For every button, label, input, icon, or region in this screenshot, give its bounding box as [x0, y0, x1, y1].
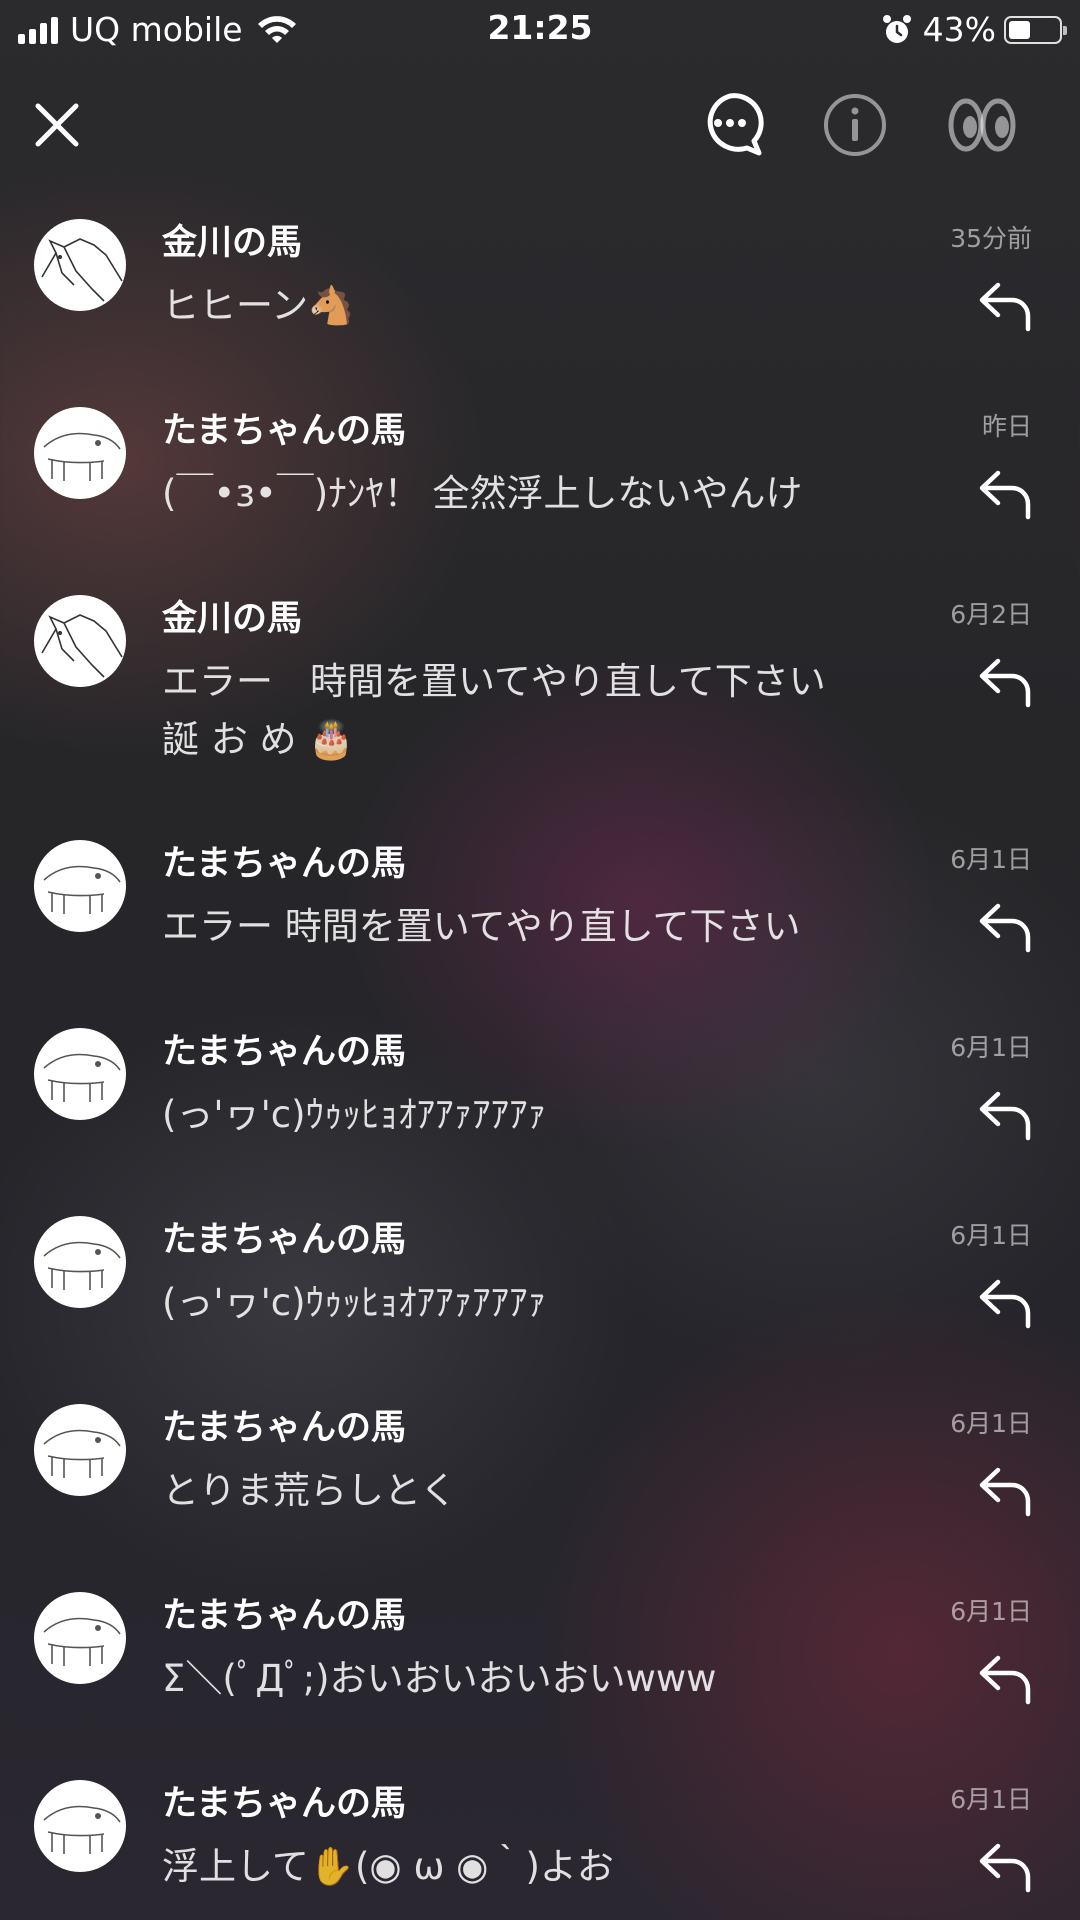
- comment-list: 金川の馬 35分前 ヒヒーン🐴 たまちゃんの馬 昨日 (￣•з•￣)ﾅﾝﾔ！ 全…: [0, 215, 1080, 1920]
- close-button[interactable]: [12, 80, 102, 170]
- comment-item: たまちゃんの馬 6月1日 とりま荒らしとく: [0, 1400, 1080, 1588]
- reply-icon[interactable]: [974, 1460, 1034, 1520]
- comment-text: 浮上して✋(◉ ω ◉｀)よお: [162, 1845, 614, 1888]
- battery-percent: 43%: [922, 10, 996, 49]
- comment-text: (っ'ヮ'c)ｳｩｯﾋｮｵｱｱｧｱｱｱｧ: [162, 1093, 547, 1136]
- comment-item: 金川の馬 35分前 ヒヒーン🐴: [0, 215, 1080, 403]
- horse-head-icon: [41, 614, 123, 678]
- horse-body-icon: [43, 432, 121, 481]
- comment-time: 6月2日: [950, 600, 1032, 629]
- comment-item: 金川の馬 6月2日 エラー 時間を置いてやり直して下さい 誕 お め 🎂: [0, 591, 1080, 836]
- info-icon: [824, 94, 886, 156]
- reply-icon[interactable]: [974, 651, 1034, 711]
- horse-body-icon: [43, 865, 121, 914]
- comment-author[interactable]: 金川の馬: [162, 591, 302, 647]
- alarm-icon: [882, 15, 911, 43]
- reply-icon[interactable]: [974, 1648, 1034, 1708]
- comment-time: 6月1日: [950, 1785, 1032, 1814]
- avatar[interactable]: [34, 595, 126, 687]
- avatar[interactable]: [34, 407, 126, 499]
- avatar[interactable]: [34, 219, 126, 311]
- reply-icon[interactable]: [974, 463, 1034, 523]
- horse-body-icon: [43, 1429, 121, 1478]
- reply-icon[interactable]: [974, 896, 1034, 956]
- comment-author[interactable]: たまちゃんの馬: [162, 1776, 406, 1832]
- horse-body-icon: [43, 1805, 121, 1854]
- top-toolbar: [0, 80, 1080, 170]
- comment-item: たまちゃんの馬 6月1日 (っ'ヮ'c)ｳｩｯﾋｮｵｱｱｧｱｱｱｧ: [0, 1024, 1080, 1212]
- avatar[interactable]: [34, 840, 126, 932]
- avatar[interactable]: [34, 1592, 126, 1684]
- eyes-icon: [948, 98, 1016, 152]
- avatar[interactable]: [34, 1028, 126, 1120]
- status-bar: UQ mobile 21:25 43%: [0, 0, 1080, 60]
- comment-text: (￣•з•￣)ﾅﾝﾔ！ 全然浮上しないやんけ: [162, 472, 803, 515]
- chat-bubble-icon: [707, 93, 764, 156]
- info-button[interactable]: [810, 80, 900, 170]
- reply-icon[interactable]: [974, 1272, 1034, 1332]
- comment-author[interactable]: たまちゃんの馬: [162, 1400, 406, 1456]
- battery-level: [1009, 21, 1030, 39]
- avatar[interactable]: [34, 1780, 126, 1872]
- comment-time: 6月1日: [950, 845, 1032, 874]
- comment-button[interactable]: [685, 80, 775, 170]
- comment-time: 6月1日: [950, 1409, 1032, 1438]
- view-button[interactable]: [937, 80, 1027, 170]
- comment-author[interactable]: たまちゃんの馬: [162, 836, 406, 892]
- comment-time: 6月1日: [950, 1597, 1032, 1626]
- comment-text: ヒヒーン🐴: [162, 284, 355, 327]
- status-right: 43%: [881, 10, 1067, 50]
- comment-item: たまちゃんの馬 昨日 (￣•з•￣)ﾅﾝﾔ！ 全然浮上しないやんけ: [0, 403, 1080, 591]
- reply-icon[interactable]: [974, 1836, 1034, 1896]
- comment-author[interactable]: たまちゃんの馬: [162, 1588, 406, 1644]
- comment-item: たまちゃんの馬 6月1日 浮上して✋(◉ ω ◉｀)よお: [0, 1776, 1080, 1920]
- reply-icon[interactable]: [974, 275, 1034, 335]
- comment-time: 6月1日: [950, 1221, 1032, 1250]
- horse-head-icon: [41, 238, 123, 302]
- comment-time: 昨日: [981, 412, 1032, 441]
- battery-icon: [1004, 16, 1067, 44]
- horse-body-icon: [43, 1617, 121, 1666]
- comment-author[interactable]: たまちゃんの馬: [162, 1024, 406, 1080]
- comment-item: たまちゃんの馬 6月1日 Σ＼(ﾟДﾟ;)おいおいおいおいwww: [0, 1588, 1080, 1776]
- comment-text: エラー 時間を置いてやり直して下さい: [162, 905, 801, 948]
- comment-author[interactable]: 金川の馬: [162, 215, 302, 271]
- avatar[interactable]: [34, 1216, 126, 1308]
- comment-text: エラー 時間を置いてやり直して下さい 誕 お め 🎂: [162, 660, 826, 761]
- reply-icon[interactable]: [974, 1084, 1034, 1144]
- avatar[interactable]: [34, 1404, 126, 1496]
- comment-text: Σ＼(ﾟДﾟ;)おいおいおいおいwww: [162, 1657, 717, 1700]
- horse-body-icon: [43, 1053, 121, 1102]
- comment-author[interactable]: たまちゃんの馬: [162, 1212, 406, 1268]
- horse-body-icon: [43, 1241, 121, 1290]
- comment-time: 35分前: [950, 224, 1032, 253]
- comment-author[interactable]: たまちゃんの馬: [162, 403, 406, 459]
- comment-text: (っ'ヮ'c)ｳｩｯﾋｮｵｱｱｧｱｱｱｧ: [162, 1281, 547, 1324]
- comment-item: たまちゃんの馬 6月1日 エラー 時間を置いてやり直して下さい: [0, 836, 1080, 1024]
- comment-text: とりま荒らしとく: [162, 1469, 457, 1512]
- close-icon: [35, 103, 79, 147]
- comment-item: たまちゃんの馬 6月1日 (っ'ヮ'c)ｳｩｯﾋｮｵｱｱｧｱｱｱｧ: [0, 1212, 1080, 1400]
- comment-time: 6月1日: [950, 1033, 1032, 1062]
